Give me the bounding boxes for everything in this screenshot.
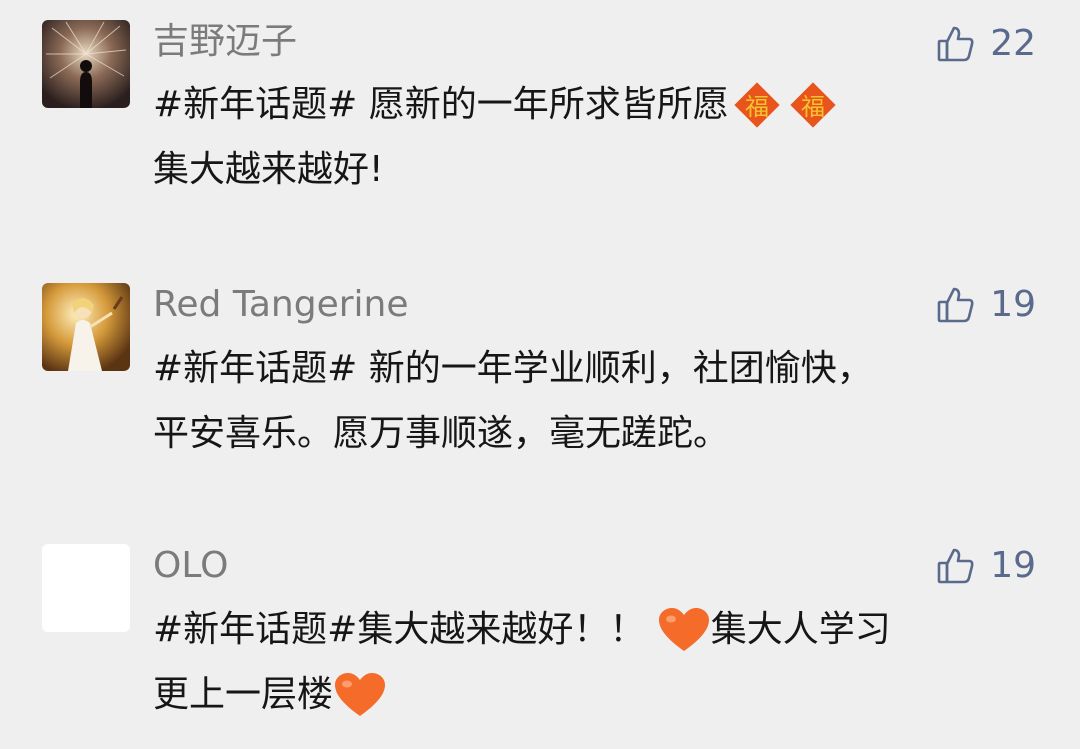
avatar[interactable] (42, 544, 130, 632)
heart-icon (333, 672, 387, 718)
thumbs-up-icon[interactable] (936, 546, 976, 586)
comment-text: #新年话题# 新的一年学业顺利，社团愉快， 平安喜乐。愿万事顺遂，毫无蹉跎。 (153, 336, 1033, 466)
like-button[interactable]: 22 (936, 22, 1036, 66)
fu-charm-icon: 福 (729, 77, 785, 133)
thumbs-up-icon[interactable] (936, 285, 976, 325)
comment-text-line: #新年话题# 愿新的一年所求皆所愿 (153, 84, 729, 125)
comment-text-line: 集大人学习 (710, 609, 891, 650)
username[interactable]: Red Tangerine (153, 283, 409, 327)
comment-text-line: 集大越来越好! (153, 149, 384, 190)
like-button[interactable]: 19 (936, 544, 1036, 588)
svg-text:福: 福 (801, 93, 825, 121)
avatar[interactable] (42, 20, 130, 108)
username[interactable]: 吉野迈子 (153, 20, 297, 64)
comment-text-line: 更上一层楼 (153, 674, 334, 715)
fu-charm-icon: 福 (785, 77, 841, 133)
like-count: 19 (990, 545, 1036, 586)
thumbs-up-icon[interactable] (936, 24, 976, 64)
comment-text: #新年话题# 愿新的一年所求皆所愿 福 福 集大越来越好! (153, 72, 1033, 202)
comment-text-line: #新年话题# 新的一年学业顺利，社团愉快， (153, 348, 873, 389)
heart-icon (657, 607, 711, 653)
like-count: 19 (990, 284, 1036, 325)
username[interactable]: OLO (153, 544, 228, 588)
avatar[interactable] (42, 283, 130, 371)
comment-text-line: #新年话题#集大越来越好！！ (153, 609, 646, 650)
comment-text: #新年话题#集大越来越好！！ 集大人学习 更上一层楼 (153, 597, 1033, 727)
like-count: 22 (990, 23, 1036, 64)
like-button[interactable]: 19 (936, 283, 1036, 327)
svg-text:福: 福 (745, 93, 769, 121)
comment-text-line: 平安喜乐。愿万事顺遂，毫无蹉跎。 (153, 413, 730, 454)
